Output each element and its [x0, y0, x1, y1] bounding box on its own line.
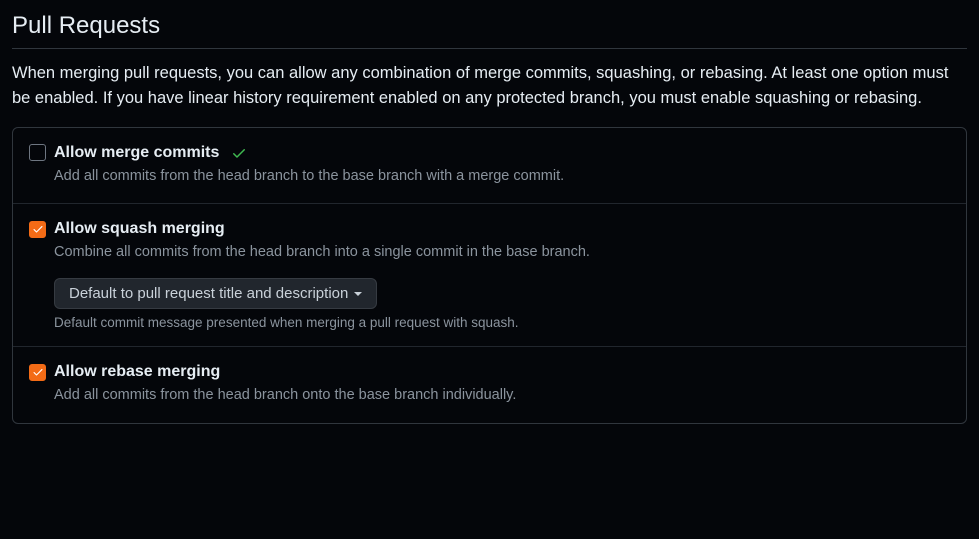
- desc-merge-commits: Add all commits from the head branch to …: [54, 166, 950, 188]
- label-merge-commits: Allow merge commits: [54, 144, 219, 162]
- squash-default-dropdown[interactable]: Default to pull request title and descri…: [54, 278, 377, 309]
- option-rebase-merging: Allow rebase merging Add all commits fro…: [13, 347, 966, 423]
- desc-squash-merging: Combine all commits from the head branch…: [54, 242, 950, 264]
- merge-options-box: Allow merge commits Add all commits from…: [12, 127, 967, 424]
- check-icon: [231, 145, 247, 161]
- caret-down-icon: [354, 292, 362, 296]
- section-title: Pull Requests: [12, 12, 967, 49]
- checkbox-merge-commits[interactable]: [29, 144, 46, 161]
- checkbox-rebase-merging[interactable]: [29, 364, 46, 381]
- label-rebase-merging: Allow rebase merging: [54, 363, 220, 381]
- desc-rebase-merging: Add all commits from the head branch ont…: [54, 385, 950, 407]
- squash-dropdown-selected: Default to pull request title and descri…: [69, 285, 348, 302]
- squash-dropdown-help: Default commit message presented when me…: [54, 315, 950, 330]
- section-description: When merging pull requests, you can allo…: [12, 61, 967, 111]
- label-squash-merging: Allow squash merging: [54, 220, 225, 238]
- option-squash-merging: Allow squash merging Combine all commits…: [13, 204, 966, 347]
- checkbox-squash-merging[interactable]: [29, 221, 46, 238]
- option-merge-commits: Allow merge commits Add all commits from…: [13, 128, 966, 205]
